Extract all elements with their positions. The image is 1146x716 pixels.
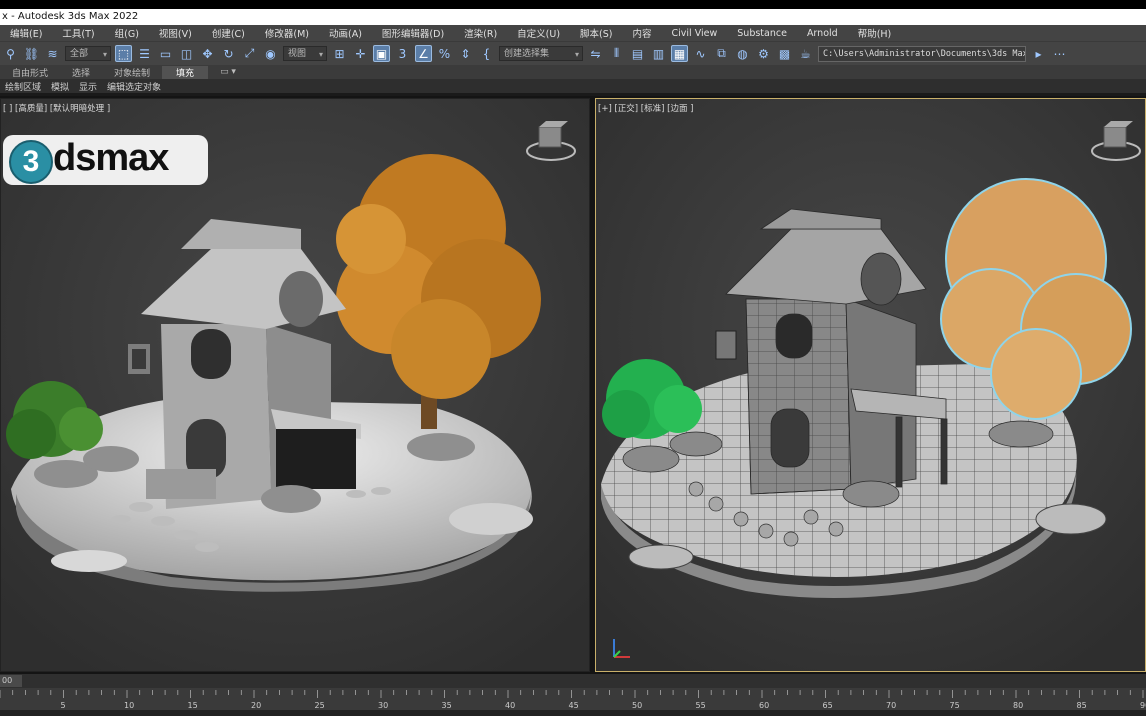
timeline-tick-label: 25 [315, 701, 325, 710]
ribbon-paint-area[interactable]: 绘制区域 [0, 80, 46, 93]
viewport-orthographic[interactable]: [+] [正交] [标准] [边面 ] [595, 98, 1146, 672]
link-icon[interactable]: ⚲ [2, 45, 19, 62]
ribbon-tabs: 自由形式 选择 对象绘制 填充 ▭ ▾ [0, 65, 1146, 79]
named-selection-dropdown[interactable]: 创建选择集 [499, 46, 583, 62]
3dsmax-logo: 3 dsmax [3, 135, 208, 185]
timeline-tick-label: 85 [1077, 701, 1087, 710]
scene-render-right [596, 99, 1145, 671]
window-title: x - Autodesk 3ds Max 2022 [2, 11, 139, 22]
ribbon-tab-freeform[interactable]: 自由形式 [0, 66, 60, 79]
viewport-label-right[interactable]: [+] [正交] [标准] [边面 ] [598, 102, 693, 114]
curve-editor-icon[interactable]: ∿ [692, 45, 709, 62]
timeline-tick-label: 75 [950, 701, 960, 710]
menu-help[interactable]: 帮助(H) [848, 26, 902, 40]
timeline-tick-label: 20 [251, 701, 261, 710]
ribbon-tab-populate[interactable]: 填充 [162, 65, 209, 79]
timeline-tick-label: 30 [378, 701, 388, 710]
set-project-icon[interactable]: ⋯ [1051, 45, 1068, 62]
lantern-right [715, 330, 737, 360]
select-scale-icon[interactable]: ⤢ [241, 45, 258, 62]
ribbon-toggle-icon[interactable]: ▦ [671, 45, 688, 62]
timeline-tick-label: 15 [188, 701, 198, 710]
timeline-tick-label: 60 [759, 701, 769, 710]
window-titlebar: x - Autodesk 3ds Max 2022 [0, 9, 1146, 25]
ribbon-simulate[interactable]: 模拟 [46, 80, 74, 93]
timeline-tick-label: 45 [569, 701, 579, 710]
bind-space-warp-icon[interactable]: ≋ [44, 45, 61, 62]
main-toolbar: ⚲ ⛓ ≋ 全部 ⬚ ☰ ▭ ◫ ✥ ↻ ⤢ ◉ 视图 ⊞ ✛ ▣ 3 ∠ % … [0, 41, 1146, 65]
project-folder-icon[interactable]: ▸ [1030, 45, 1047, 62]
menu-create[interactable]: 创建(C) [202, 26, 255, 40]
timeline-tick-label: 35 [442, 701, 452, 710]
layer-explorer-icon[interactable]: ▥ [650, 45, 667, 62]
timeline-tick-label: 65 [823, 701, 833, 710]
align-icon[interactable]: ⫴ [608, 45, 625, 62]
timeline-tick-label: 40 [505, 701, 515, 710]
menu-scripting[interactable]: 脚本(S) [570, 26, 622, 40]
ribbon-options-icon[interactable]: ▭ ▾ [208, 67, 248, 77]
menu-group[interactable]: 组(G) [105, 26, 149, 40]
menu-substance[interactable]: Substance [727, 28, 797, 39]
keyboard-shortcut-override-icon[interactable]: ▣ [373, 45, 390, 62]
menu-content[interactable]: 内容 [623, 26, 662, 40]
timeline-tick-label: 10 [124, 701, 134, 710]
placement-icon[interactable]: ◉ [262, 45, 279, 62]
timeline-tick-label: 90 [1140, 701, 1146, 710]
track-bar-bottom [0, 710, 1146, 716]
pivot-center-icon[interactable]: ⊞ [331, 45, 348, 62]
material-editor-icon[interactable]: ◍ [734, 45, 751, 62]
select-rotate-icon[interactable]: ↻ [220, 45, 237, 62]
manipulate-icon[interactable]: ✛ [352, 45, 369, 62]
timeline-tick-label: 55 [696, 701, 706, 710]
ribbon-tab-selection[interactable]: 选择 [60, 66, 102, 79]
ribbon-edit-selected[interactable]: 编辑选定对象 [102, 80, 166, 93]
timeline-tick-label: 80 [1013, 701, 1023, 710]
snaps-toggle-icon[interactable]: 3 [394, 45, 411, 62]
timeline-tick-label: 5 [61, 701, 66, 710]
menu-graph-editors[interactable]: 图形编辑器(D) [372, 26, 454, 40]
angle-snap-icon[interactable]: ∠ [415, 45, 432, 62]
menu-modifiers[interactable]: 修改器(M) [255, 26, 319, 40]
menu-views[interactable]: 视图(V) [149, 26, 202, 40]
rendered-frame-window-icon[interactable]: ▩ [776, 45, 793, 62]
select-move-icon[interactable]: ✥ [199, 45, 216, 62]
select-object-icon[interactable]: ⬚ [115, 45, 132, 62]
spinner-snap-icon[interactable]: ⇕ [457, 45, 474, 62]
menu-animation[interactable]: 动画(A) [319, 26, 372, 40]
menu-customize[interactable]: 自定义(U) [507, 26, 570, 40]
edit-named-selection-icon[interactable]: { [478, 45, 495, 62]
ribbon-display[interactable]: 显示 [74, 80, 102, 93]
ribbon-tab-object-paint[interactable]: 对象绘制 [102, 66, 162, 79]
time-slider-handle[interactable]: 00 [0, 675, 22, 687]
menu-edit[interactable]: 编辑(E) [0, 26, 52, 40]
render-production-icon[interactable]: ☕ [797, 45, 814, 62]
menu-bar: 编辑(E) 工具(T) 组(G) 视图(V) 创建(C) 修改器(M) 动画(A… [0, 25, 1146, 41]
mirror-icon[interactable]: ⇋ [587, 45, 604, 62]
timeline-tick-label: 50 [632, 701, 642, 710]
unlink-icon[interactable]: ⛓ [23, 45, 40, 62]
selection-filter-dropdown[interactable]: 全部 [65, 46, 111, 62]
timeline-tick-label: 70 [886, 701, 896, 710]
reference-coordinate-dropdown[interactable]: 视图 [283, 46, 327, 62]
select-by-name-icon[interactable]: ☰ [136, 45, 153, 62]
window-crossing-icon[interactable]: ◫ [178, 45, 195, 62]
viewport-perspective[interactable]: [ ] [高质量] [默认明暗处理 ] 3 dsmax [0, 98, 590, 672]
rectangular-selection-icon[interactable]: ▭ [157, 45, 174, 62]
percent-snap-icon[interactable]: % [436, 45, 453, 62]
lantern [128, 344, 150, 374]
viewport-label-left[interactable]: [ ] [高质量] [默认明暗处理 ] [3, 102, 110, 114]
render-setup-icon[interactable]: ⚙ [755, 45, 772, 62]
menu-tools[interactable]: 工具(T) [52, 26, 104, 40]
time-slider-track[interactable] [0, 674, 1146, 688]
logo-badge: 3 [9, 140, 53, 184]
logo-text: dsmax [53, 137, 169, 179]
project-path-field[interactable]: C:\Users\Administrator\Documents\3ds Max… [818, 45, 1026, 62]
menu-civil-view[interactable]: Civil View [662, 28, 728, 39]
toggle-scene-explorer-icon[interactable]: ▤ [629, 45, 646, 62]
menu-arnold[interactable]: Arnold [797, 28, 848, 39]
schematic-view-icon[interactable]: ⧉ [713, 45, 730, 62]
ribbon-panel: 绘制区域 模拟 显示 编辑选定对象 [0, 79, 1146, 93]
menu-rendering[interactable]: 渲染(R) [454, 26, 507, 40]
top-black-strip [0, 0, 1146, 9]
